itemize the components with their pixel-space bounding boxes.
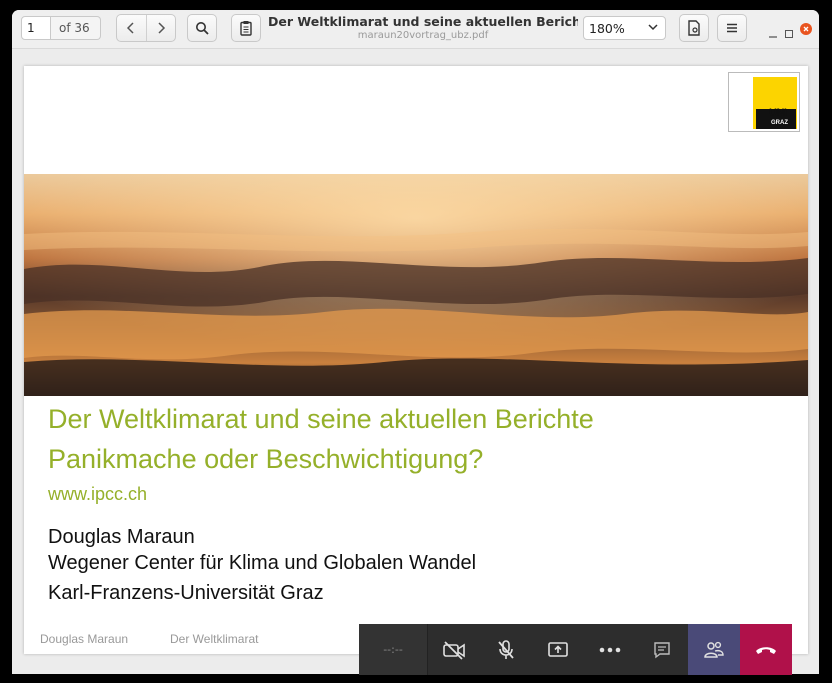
previous-page-button[interactable] [117, 15, 146, 41]
chevron-down-icon [648, 24, 658, 31]
logo-graz-text: GRAZ [771, 120, 788, 126]
chevron-right-icon [158, 22, 165, 34]
maximize-button[interactable] [784, 24, 794, 38]
uni-graz-logo: UNI GRAZ [728, 72, 800, 132]
sunset-clouds-image [24, 174, 808, 396]
slide-footer-author: Douglas Maraun [40, 632, 129, 646]
annotations-button[interactable] [231, 14, 261, 42]
pdf-page: UNI GRAZ Der Weltklimarat und seine aktu… [24, 66, 808, 654]
chat-icon [654, 641, 670, 658]
zoom-select[interactable]: 180% [583, 16, 666, 40]
slide-subtitle: Panikmache oder Beschwichtigung? [48, 444, 484, 474]
toolbar: 1 of 36 Der Weltklimarat und seine aktue… [12, 10, 819, 49]
close-button[interactable] [800, 23, 812, 35]
close-icon [803, 26, 809, 32]
chat-button[interactable] [636, 624, 688, 675]
logo-uni-text: UNI [769, 107, 787, 119]
clipboard-icon [240, 21, 252, 36]
slide-author: Douglas Maraun [48, 526, 195, 548]
slide-link[interactable]: www.ipcc.ch [48, 484, 147, 505]
slide-affiliation-1: Wegener Center für Klima und Globalen Wa… [48, 552, 477, 574]
minimize-icon [769, 36, 777, 38]
hang-up-button[interactable] [740, 624, 792, 675]
document-filename: maraun20vortrag_ubz.pdf [357, 30, 489, 41]
search-icon [196, 22, 209, 35]
slide-affiliation-2: Karl-Franzens-Universität Graz [48, 582, 324, 604]
participants-button[interactable] [688, 624, 740, 675]
share-screen-button[interactable] [532, 624, 584, 675]
slide-footer-title: Der Weltklimarat [170, 632, 259, 646]
mic-toggle-button[interactable] [480, 624, 532, 675]
share-screen-icon [548, 641, 568, 657]
zoom-value: 180% [589, 21, 625, 36]
call-controls-bar: --:-- [359, 624, 792, 675]
call-timer: --:-- [359, 624, 428, 675]
slide-title: Der Weltklimarat und seine aktuellen Ber… [48, 404, 594, 434]
video-off-icon [443, 640, 465, 660]
page-number-input[interactable]: 1 [21, 16, 51, 40]
menu-button[interactable] [717, 14, 747, 42]
minimize-button[interactable] [768, 24, 778, 38]
search-button[interactable] [187, 14, 217, 42]
chevron-left-icon [127, 22, 134, 34]
maximize-icon [785, 30, 793, 38]
mic-off-icon [498, 639, 514, 659]
document-view[interactable]: UNI GRAZ Der Weltklimarat und seine aktu… [12, 49, 819, 674]
pdf-viewer-window: 1 of 36 Der Weltklimarat und seine aktue… [12, 10, 819, 674]
participants-icon [704, 641, 724, 658]
hamburger-menu-icon [727, 23, 737, 33]
next-page-button[interactable] [145, 15, 176, 41]
document-icon [688, 20, 700, 36]
camera-toggle-button[interactable] [428, 624, 480, 675]
window-controls [768, 23, 812, 38]
more-options-button[interactable] [584, 624, 636, 675]
page-nav-group [116, 14, 176, 42]
hangup-icon [756, 646, 776, 654]
print-button[interactable] [679, 14, 709, 42]
document-title: Der Weltklimarat und seine aktuellen Ber… [268, 14, 578, 29]
document-title-block: Der Weltklimarat und seine aktuellen Ber… [268, 14, 578, 41]
more-icon [599, 647, 621, 652]
page-total-label: of 36 [51, 16, 101, 40]
